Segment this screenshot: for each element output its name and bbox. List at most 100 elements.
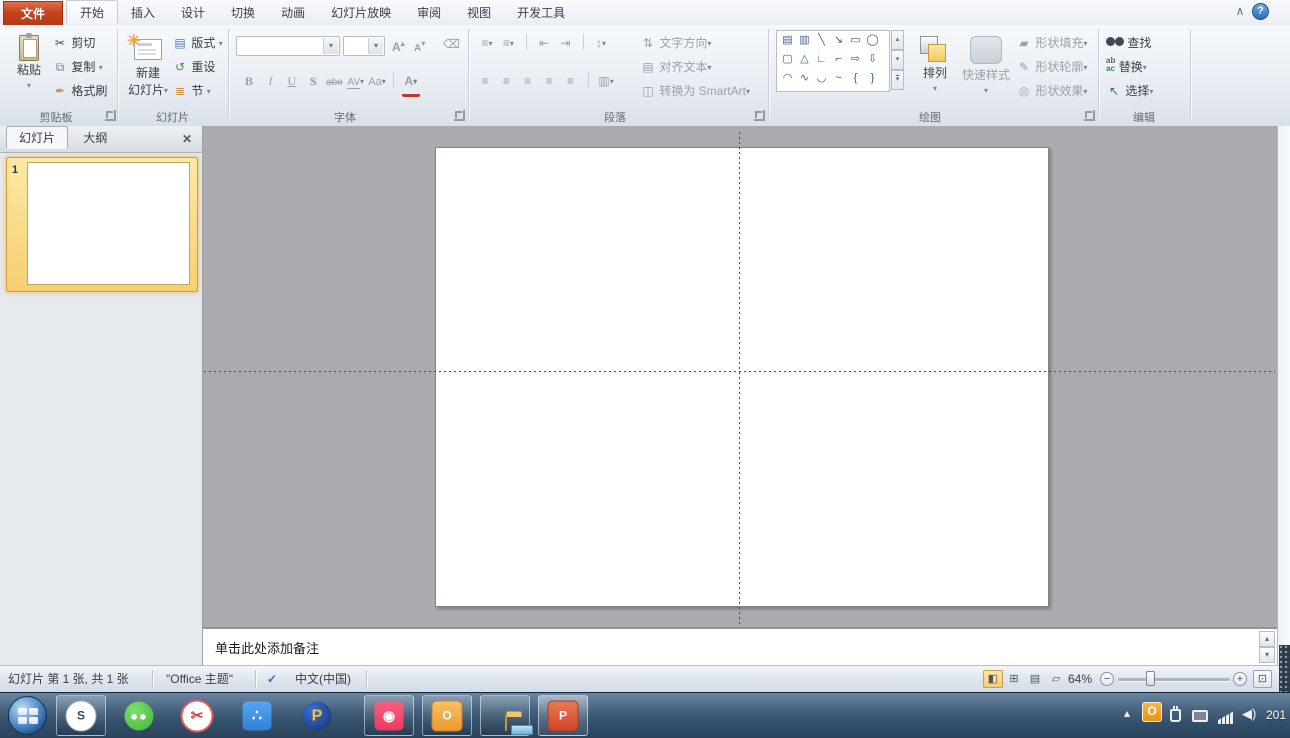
tray-signal-icon[interactable] [1218,711,1234,724]
show-hidden-icons-button[interactable]: ▴ [1124,706,1130,720]
tray-outlook-icon[interactable]: O [1142,702,1162,722]
character-spacing-button[interactable]: AV▾ [347,72,365,92]
clipboard-dialog-launcher[interactable] [105,110,116,121]
drawing-dialog-launcher[interactable] [1084,110,1095,121]
zoom-level[interactable]: 64% [1068,666,1092,692]
paste-dropdown-icon[interactable]: ▾ [27,81,31,90]
file-tab[interactable]: 文件 [3,1,63,25]
align-text-button[interactable]: ▤ 对齐文本▾ [640,56,711,78]
tab-home[interactable]: 开始 [66,0,118,24]
taskbar-screenshot-button[interactable]: ✂ [172,695,222,736]
slide-sorter-view-button[interactable]: ⊞ [1004,670,1024,688]
slide-count-status[interactable]: 幻灯片 第 1 张, 共 1 张 [8,666,129,692]
align-center-button[interactable]: ≡ [497,71,515,91]
normal-view-button[interactable]: ◧ [983,670,1003,688]
shape-freeform-icon[interactable]: ◠ [779,69,796,88]
tab-slideshow[interactable]: 幻灯片放映 [318,1,404,25]
reset-button[interactable]: ↺ 重设 [172,56,215,78]
shape-fill-button[interactable]: ▰ 形状填充▾ [1016,32,1087,54]
section-button[interactable]: ≣ 节 ▾ [172,80,211,102]
slide-canvas[interactable] [435,147,1049,607]
shape-line-icon[interactable]: ╲ [813,31,830,50]
vertical-guide[interactable] [739,132,740,626]
taskbar-pptv-button[interactable]: P [292,695,342,736]
bold-button[interactable]: B [240,71,258,91]
shape-right-arrow-icon[interactable]: ⇨ [847,50,864,69]
chevron-down-icon[interactable]: ▾ [368,38,383,54]
shape-right-brace-icon[interactable]: } [864,69,881,88]
shapes-scroll-up-icon[interactable]: ▴ [891,30,904,50]
strikethrough-button[interactable]: abe [325,73,343,93]
shapes-scroll-down-icon[interactable]: ▾ [891,50,904,70]
tab-slides-pane[interactable]: 幻灯片 [6,126,68,149]
distribute-button[interactable]: ≡ [561,71,579,91]
taskbar-camera-app-button[interactable]: ◉ [364,695,414,736]
tab-animations[interactable]: 动画 [268,1,318,25]
shape-left-brace-icon[interactable]: { [847,69,864,88]
slide-thumbnail[interactable] [27,162,190,285]
cut-button[interactable]: ✂ 剪切 [52,32,95,54]
vertical-scrollbar[interactable] [1277,126,1290,665]
tab-insert[interactable]: 插入 [118,1,168,25]
font-color-button[interactable]: A▾ [402,74,420,97]
notes-scroll-up-icon[interactable]: ▴ [1259,631,1275,647]
align-right-button[interactable]: ≡ [519,71,537,91]
paste-button[interactable]: 粘贴 ▾ [8,30,50,109]
notes-pane[interactable]: 单击此处添加备注 ▴ ▾ [203,627,1277,665]
taskbar-powerpoint-button[interactable]: P [538,695,588,736]
chevron-down-icon[interactable]: ▾ [323,38,338,54]
reading-view-button[interactable]: ▤ [1025,670,1045,688]
layout-button[interactable]: ▤ 版式 ▾ [172,32,223,54]
tab-view[interactable]: 视图 [454,1,504,25]
language-status[interactable]: 中文(中国) [295,666,351,692]
shape-effects-button[interactable]: ◎ 形状效果▾ [1016,80,1087,102]
find-button[interactable]: 查找 [1106,32,1151,54]
font-name-combobox[interactable]: ▾ [236,36,340,56]
close-pane-icon[interactable]: ✕ [178,130,196,148]
editing-area[interactable] [203,126,1277,627]
copy-dropdown-icon[interactable]: ▾ [99,63,103,72]
shrink-font-button[interactable]: A▾ [414,33,425,55]
bullets-button[interactable]: ≡▾ [478,33,496,53]
taskbar-explorer-button[interactable] [480,695,530,736]
shape-outline-button[interactable]: ✎ 形状轮廓▾ [1016,56,1087,78]
shape-rectangle-icon[interactable]: ▭ [847,31,864,50]
window-resize-grip[interactable] [1279,645,1290,692]
help-icon[interactable]: ? [1252,3,1269,20]
tab-design[interactable]: 设计 [168,1,218,25]
font-size-combobox[interactable]: ▾ [343,36,385,56]
text-shadow-button[interactable]: S [304,71,322,91]
convert-smartart-button[interactable]: ◫ 转换为 SmartArt▾ [640,80,750,102]
shape-rounded-rect-icon[interactable]: ▢ [779,50,796,69]
taskbar-baidu-netdisk-button[interactable]: ∴ [232,695,282,736]
slide-thumbnail-selected[interactable]: 1 [6,157,198,292]
italic-button[interactable]: I [261,71,279,91]
shape-vertical-textbox-icon[interactable]: ▥ [796,31,813,50]
format-painter-button[interactable]: ✒ 格式刷 [52,80,107,102]
align-left-button[interactable]: ≡ [476,71,494,91]
shape-oval-icon[interactable]: ◯ [864,31,881,50]
zoom-out-button[interactable]: − [1100,672,1114,686]
shape-arrow-icon[interactable]: ↘ [830,31,847,50]
change-case-button[interactable]: Aa▾ [368,72,386,92]
clear-formatting-button[interactable]: ⌫ [443,33,459,55]
collapse-ribbon-icon[interactable]: ∧ [1232,4,1248,19]
taskbar-outlook-button[interactable]: O [422,695,472,736]
slideshow-view-button[interactable]: ▱ [1046,670,1066,688]
shape-arc-icon[interactable]: ◡ [813,69,830,88]
text-direction-button[interactable]: ⇅ 文字方向▾ [640,32,711,54]
shape-textbox-icon[interactable]: ▤ [779,31,796,50]
select-button[interactable]: ↖ 选择▾ [1106,80,1153,102]
underline-button[interactable]: U [283,71,301,91]
tray-volume-icon[interactable]: ◀) [1242,706,1256,722]
paragraph-dialog-launcher[interactable] [754,110,765,121]
numbering-button[interactable]: ≡▾ [499,33,517,53]
arrange-button[interactable]: 排列 ▾ [912,30,958,109]
shape-elbow-icon[interactable]: ∟ [813,50,830,69]
quick-styles-button[interactable]: 快速样式 ▾ [958,30,1014,109]
decrease-indent-button[interactable]: ⇤ [535,33,553,53]
tab-transitions[interactable]: 切换 [218,1,268,25]
spellcheck-icon[interactable]: ✓ [267,666,277,692]
shape-triangle-icon[interactable]: △ [796,50,813,69]
increase-indent-button[interactable]: ⇥ [556,33,574,53]
